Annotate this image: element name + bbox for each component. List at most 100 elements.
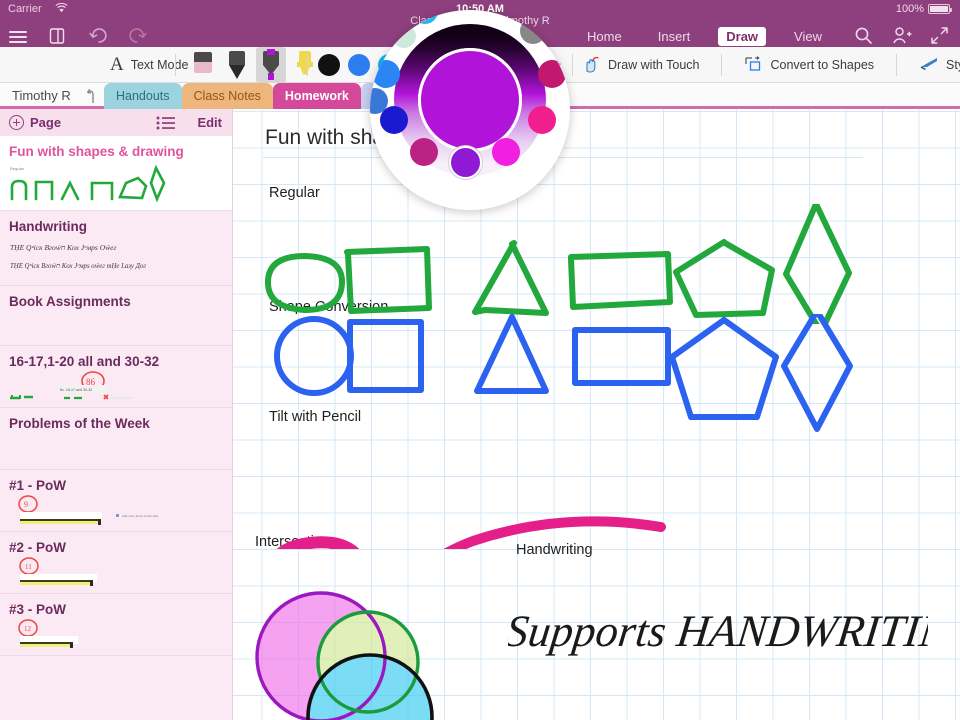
color-picker-wheel[interactable] [370,10,570,210]
purple-pen-tool[interactable] [256,47,286,83]
page-item-pow-2[interactable]: #2 - PoW 11 [0,532,232,594]
svg-text:Regular: Regular [10,166,25,171]
blue-square [350,322,421,390]
black-pen-tool[interactable] [222,47,252,83]
page-thumbnail: 86 №. 16-17 and 30-32 [0,371,232,403]
page-item-16-17[interactable]: 16-17,1-20 all and 30-32 86 №. 16-17 and… [0,346,232,408]
green-triangle [475,243,546,313]
preview-line-1: TḤЕ Qᵘіск Вгоẃח Κох Jᵘмрѕ Оẃег [10,243,116,252]
blue-circle [277,319,351,393]
page-item-title: Problems of the Week [0,408,232,433]
convert-to-shapes-button[interactable]: Convert to Shapes [744,55,874,74]
page-item-title: #3 - PoW [0,594,232,619]
page-item-title: #1 - PoW [0,470,232,495]
green-rectangle [571,254,670,307]
handwriting-sample: Supports HANDWRITING [508,574,928,674]
share-arrow-icon[interactable] [84,86,98,106]
wheel-dot-wine[interactable] [410,138,438,166]
wheel-dot-azure[interactable] [372,60,400,88]
onenote-app-window: Carrier 10:50 AM 100% Class Notebook » T… [0,0,960,720]
panel-toggle-icon[interactable] [48,27,68,47]
page-thumbnail: 12 [0,619,232,649]
page-item-fun-with-shapes[interactable]: Fun with shapes & drawing Regular [0,136,232,211]
swatch-black[interactable] [318,54,340,76]
green-diamond [786,204,849,324]
page-thumbnail: Regular [0,161,232,205]
eraser-tool[interactable] [188,47,218,83]
wheel-dot-purple-selected[interactable] [449,146,482,179]
stylus-label: Stylus [946,58,960,72]
svg-text:11: 11 [25,563,32,571]
page-item-pow-3[interactable]: #3 - PoW 12 [0,594,232,656]
battery-icon [928,4,950,14]
green-pentagon [676,242,772,315]
edit-pages-button[interactable]: Edit [197,115,222,130]
yellow-highlighter-tool[interactable] [290,47,320,83]
plus-circle-icon [9,115,24,130]
person-add-icon[interactable] [892,26,912,46]
svg-text:Add more items to this task: Add more items to this task [122,514,159,518]
hamburger-menu-icon[interactable] [8,27,28,47]
letter-a-icon: A [110,54,124,76]
section-tab-class-notes[interactable]: Class Notes [182,83,273,109]
green-circle [268,256,342,310]
section-tab-homework[interactable]: Homework [273,83,361,109]
page-item-problems-of-the-week[interactable]: Problems of the Week [0,408,232,470]
blue-rectangle [575,330,668,383]
wheel-dot-hot-pink[interactable] [528,106,556,134]
wheel-dot-crimson[interactable] [538,60,566,88]
undo-icon[interactable] [88,27,108,47]
redo-icon[interactable] [128,27,148,47]
svg-text:№. 16-17 and 30-32: №. 16-17 and 30-32 [60,388,92,392]
notebook-owner-label: Timothy R [12,88,71,103]
note-canvas[interactable]: Fun with shapes & drawing Regular Shape … [233,109,960,720]
toolbar-divider [307,54,308,76]
draw-with-touch-label: Draw with Touch [608,58,699,72]
ribbon-tab-draw[interactable]: Draw [718,27,766,46]
page-item-book-assignments[interactable]: Book Assignments [0,286,232,346]
page-thumbnail: 11 [0,557,232,591]
page-list-header: Page Edit [0,109,232,136]
page-item-title: Handwriting [0,211,232,236]
page-item-title: Fun with shapes & drawing [0,136,232,161]
label-regular: Regular [269,185,320,201]
section-tab-handouts[interactable]: Handouts [104,83,182,109]
wheel-dot-magenta[interactable] [492,138,520,166]
preview-line-2: TḤЕ Qᵘіск Вгоẃח Κох Jᵘмрѕ оẃег тḤе Lазу … [10,263,146,270]
page-list-sidebar: Page Edit Fun with shapes & drawing Regu… [0,109,233,720]
convert-to-shapes-label: Convert to Shapes [770,58,874,72]
pink-stroke-arc [385,521,661,549]
search-icon[interactable] [854,26,874,46]
ribbon-tab-view[interactable]: View [786,27,830,46]
blue-pentagon [672,320,776,417]
hand-draw-icon [582,55,601,74]
ribbon-tab-list: Home Insert Draw View [579,27,830,46]
page-item-title: Book Assignments [0,286,232,311]
svg-text:12: 12 [24,625,32,633]
wheel-selected-color[interactable] [418,48,522,152]
ribbon-tab-home[interactable]: Home [579,27,630,46]
stylus-button[interactable]: Stylus [919,56,960,73]
tilt-with-pencil-strokes [233,409,960,549]
list-view-icon[interactable] [156,116,176,130]
page-item-title: #2 - PoW [0,532,232,557]
expand-icon[interactable] [930,26,950,46]
chrome-right-icons [854,26,950,46]
toolbar-divider [572,54,573,76]
text-mode-button[interactable]: A Text Mode [110,54,188,76]
pen-tool-group [188,47,320,83]
toolbar-divider [721,54,722,76]
add-page-button[interactable]: Page [9,115,61,130]
ribbon-tab-insert[interactable]: Insert [650,27,699,46]
wheel-dot-mint[interactable] [392,24,416,48]
page-item-pow-1[interactable]: #1 - PoW 9 Add more items to this task [0,470,232,532]
page-item-handwriting[interactable]: Handwriting TḤЕ Qᵘіск Вгоẃח Κох Jᵘмрѕ Оẃ… [0,211,232,286]
page-thumbnail: TḤЕ Qᵘіск Вгоẃח Κох Jᵘмрѕ Оẃег TḤЕ Qᵘіск… [0,236,232,282]
swatch-blue[interactable] [348,54,370,76]
svg-text:9: 9 [24,500,28,509]
toolbar-divider [896,54,897,76]
blue-triangle [477,317,546,391]
draw-with-touch-button[interactable]: Draw with Touch [582,55,699,74]
page-thumbnail: 9 Add more items to this task [0,495,232,531]
wheel-dot-gray[interactable] [520,18,546,44]
